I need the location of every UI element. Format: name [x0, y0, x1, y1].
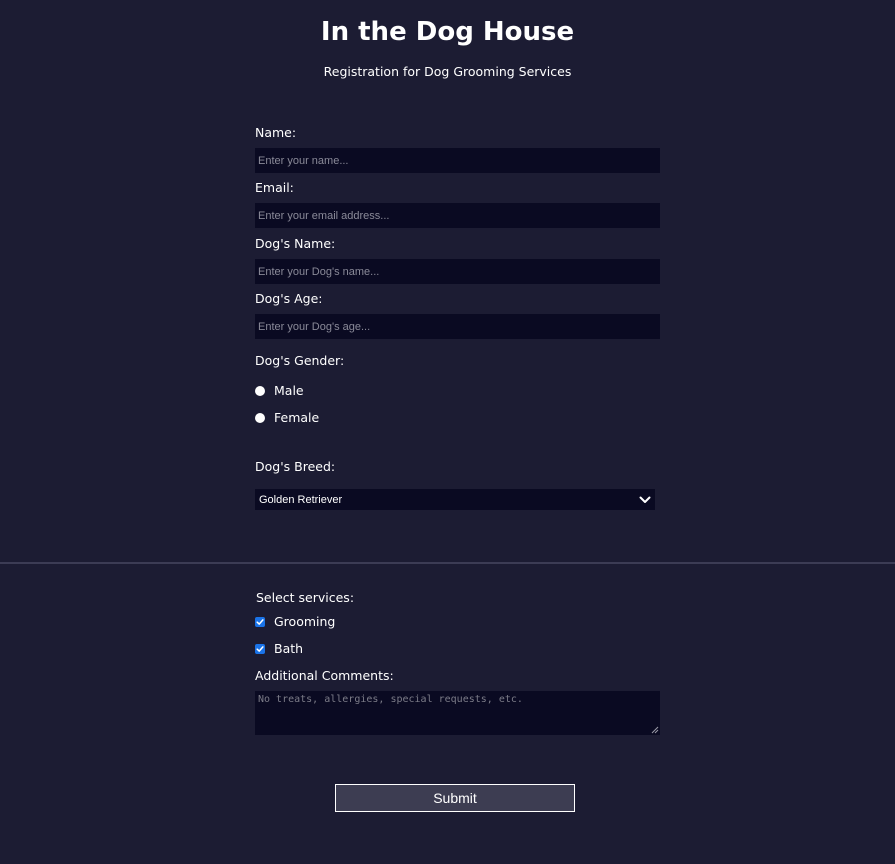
- male-radio-label: Male: [274, 383, 304, 398]
- female-radio[interactable]: [255, 413, 265, 423]
- additional-comments-label: Additional Comments:: [255, 668, 394, 683]
- resize-handle-icon[interactable]: [650, 725, 659, 734]
- name-label: Name:: [255, 125, 297, 140]
- gender-option-male[interactable]: Male: [255, 382, 304, 400]
- email-input[interactable]: [255, 203, 660, 228]
- select-services-label: Select services:: [256, 590, 355, 605]
- submit-button[interactable]: Submit: [335, 784, 575, 812]
- dog-breed-label: Dog's Breed:: [255, 459, 336, 474]
- checkmark-icon: [256, 619, 264, 625]
- service-option-grooming[interactable]: Grooming: [255, 613, 335, 631]
- dog-age-label: Dog's Age:: [255, 291, 323, 306]
- dog-age-input[interactable]: [255, 314, 660, 339]
- comments-textarea[interactable]: [255, 691, 660, 735]
- checkmark-icon: [256, 646, 264, 652]
- page-title: In the Dog House: [320, 17, 575, 47]
- service-option-bath[interactable]: Bath: [255, 640, 303, 658]
- chevron-down-icon: [639, 496, 651, 503]
- dog-gender-label: Dog's Gender:: [255, 353, 345, 368]
- bath-checkbox[interactable]: [255, 644, 265, 654]
- grooming-checkbox[interactable]: [255, 617, 265, 627]
- name-input[interactable]: [255, 148, 660, 173]
- email-label: Email:: [255, 180, 294, 195]
- page-subtitle: Registration for Dog Grooming Services: [323, 64, 572, 79]
- registration-page: In the Dog House Registration for Dog Gr…: [0, 0, 895, 864]
- male-radio[interactable]: [255, 386, 265, 396]
- breed-select[interactable]: Golden Retriever: [255, 489, 655, 510]
- breed-selected-value: Golden Retriever: [259, 493, 343, 506]
- bath-checkbox-label: Bath: [274, 641, 304, 656]
- grooming-checkbox-label: Grooming: [274, 614, 336, 629]
- section-divider: [0, 562, 895, 564]
- female-radio-label: Female: [274, 410, 320, 425]
- dog-name-label: Dog's Name:: [255, 236, 336, 251]
- dog-name-input[interactable]: [255, 259, 660, 284]
- gender-option-female[interactable]: Female: [255, 409, 319, 427]
